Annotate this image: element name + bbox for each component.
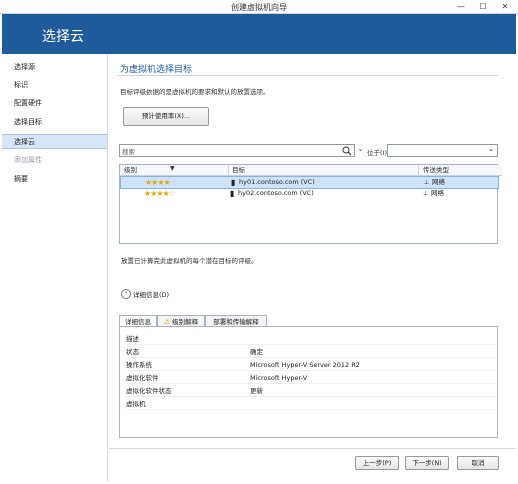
detail-value: Microsoft Hyper-V: [250, 374, 308, 382]
section-divider: [118, 75, 498, 76]
transfer-type: 网络: [432, 178, 445, 186]
search-scope-label: 位于(I): [367, 149, 387, 157]
sidebar-item-select-source[interactable]: 选择源: [2, 60, 107, 75]
footer-divider: [109, 448, 516, 449]
network-icon: ⊥: [423, 190, 429, 197]
cancel-button[interactable]: 取消: [457, 456, 499, 470]
page-title: 选择云: [42, 29, 84, 45]
transfer-type: 网络: [431, 189, 444, 197]
section-title: 为虚拟机选择目标: [120, 65, 193, 75]
detail-row: 虚拟化软件状态 更新: [126, 386, 496, 397]
detail-row: 虚拟化软件 Microsoft Hyper-V: [126, 373, 496, 384]
details-toggle-label: 详细信息(D): [133, 291, 170, 299]
previous-button[interactable]: 上一步(P): [355, 456, 399, 470]
status-text: 放置已计算完此虚拟机的每个潜在目标的评级。: [121, 257, 258, 265]
details-panel: 描述 状态 确定 操作系统 Microsoft Hyper-V Server 2…: [119, 326, 498, 438]
target-name: hy02.contoso.com (VC): [238, 189, 314, 197]
window-titlebar: 创建虚拟机向导: [0, 0, 518, 14]
search-dropdown-chevron-icon[interactable]: ⌄: [356, 145, 365, 156]
targets-grid: 级别 ▼ 目标 传送类型 ★★★★☆ ▮ hy01.contoso.com (V…: [119, 164, 502, 244]
estimate-utilization-button[interactable]: 预计使用率(X)...: [123, 107, 209, 126]
column-header-target[interactable]: 目标: [228, 165, 422, 176]
star-icon: ☆: [169, 178, 177, 187]
search-input[interactable]: 搜索: [119, 144, 355, 157]
details-toggle[interactable]: ⌃ 详细信息(D): [121, 289, 191, 299]
detail-value: 更新: [250, 387, 263, 395]
sidebar-item-select-destination[interactable]: 选择目标: [2, 115, 107, 130]
minimize-button[interactable]: —: [450, 0, 472, 13]
detail-key: 虚拟化软件: [126, 374, 159, 382]
search-placeholder: 搜索: [122, 148, 135, 156]
warning-icon: ⚠: [163, 318, 171, 326]
details-heading-label: 描述: [126, 335, 139, 343]
column-header-rating-label: 级别: [124, 166, 137, 174]
target-name: hy01.contoso.com (VC): [239, 178, 315, 186]
table-row[interactable]: ★★★★☆ ▮ hy02.contoso.com (VC) ⊥ 网络: [120, 188, 497, 199]
wizard-header: 选择云: [2, 14, 516, 54]
section-description: 目标评级依据的是虚拟机的要求和默认的放置选项。: [120, 88, 270, 96]
detail-row: 虚拟机: [126, 399, 496, 410]
detail-row: 状态 确定: [126, 347, 496, 358]
window-title: 创建虚拟机向导: [231, 3, 287, 12]
details-heading: 描述: [126, 334, 496, 345]
chevron-down-icon: ⌄: [488, 145, 494, 153]
column-header-transfer[interactable]: 传送类型: [418, 165, 502, 176]
server-icon: ▮: [231, 178, 236, 187]
detail-key: 虚拟机: [126, 400, 146, 408]
star-icon: ★★★★: [145, 178, 171, 187]
network-icon: ⊥: [424, 179, 430, 186]
detail-value: Microsoft Hyper-V Server 2012 R2: [250, 361, 360, 369]
collapse-chevron-icon: ⌃: [121, 289, 131, 299]
tab-rating-explanation-label: 级别解释: [172, 318, 199, 326]
detail-key: 操作系统: [126, 361, 152, 369]
maximize-button[interactable]: ☐: [472, 0, 494, 13]
star-icon: ☆: [168, 189, 176, 198]
search-icon[interactable]: [342, 146, 352, 156]
wizard-sidebar: 选择源 标识 配置硬件 选择目标 选择云 添加属性 摘要: [2, 54, 108, 482]
column-header-rating[interactable]: 级别 ▼: [120, 165, 232, 176]
detail-value: 确定: [250, 348, 263, 356]
star-icon: ★★★★: [144, 189, 170, 198]
close-button[interactable]: ✕: [494, 0, 516, 13]
sidebar-item-add-properties: 添加属性: [14, 156, 42, 164]
server-icon: ▮: [230, 189, 235, 198]
next-button[interactable]: 下一步(N): [405, 456, 449, 470]
sidebar-item-select-cloud[interactable]: 选择云: [2, 134, 107, 149]
sort-arrow-icon: ▼: [170, 165, 175, 172]
search-scope-select[interactable]: ⌄: [387, 144, 498, 157]
detail-key: 状态: [126, 348, 139, 356]
sidebar-item-configure-hardware[interactable]: 配置硬件: [2, 96, 107, 111]
sidebar-item-summary[interactable]: 摘要: [2, 172, 107, 187]
detail-key: 虚拟化软件状态: [126, 387, 172, 395]
detail-row: 操作系统 Microsoft Hyper-V Server 2012 R2: [126, 360, 496, 371]
sidebar-item-identity[interactable]: 标识: [2, 78, 107, 93]
rating-stars: ★★★★☆: [144, 188, 176, 200]
